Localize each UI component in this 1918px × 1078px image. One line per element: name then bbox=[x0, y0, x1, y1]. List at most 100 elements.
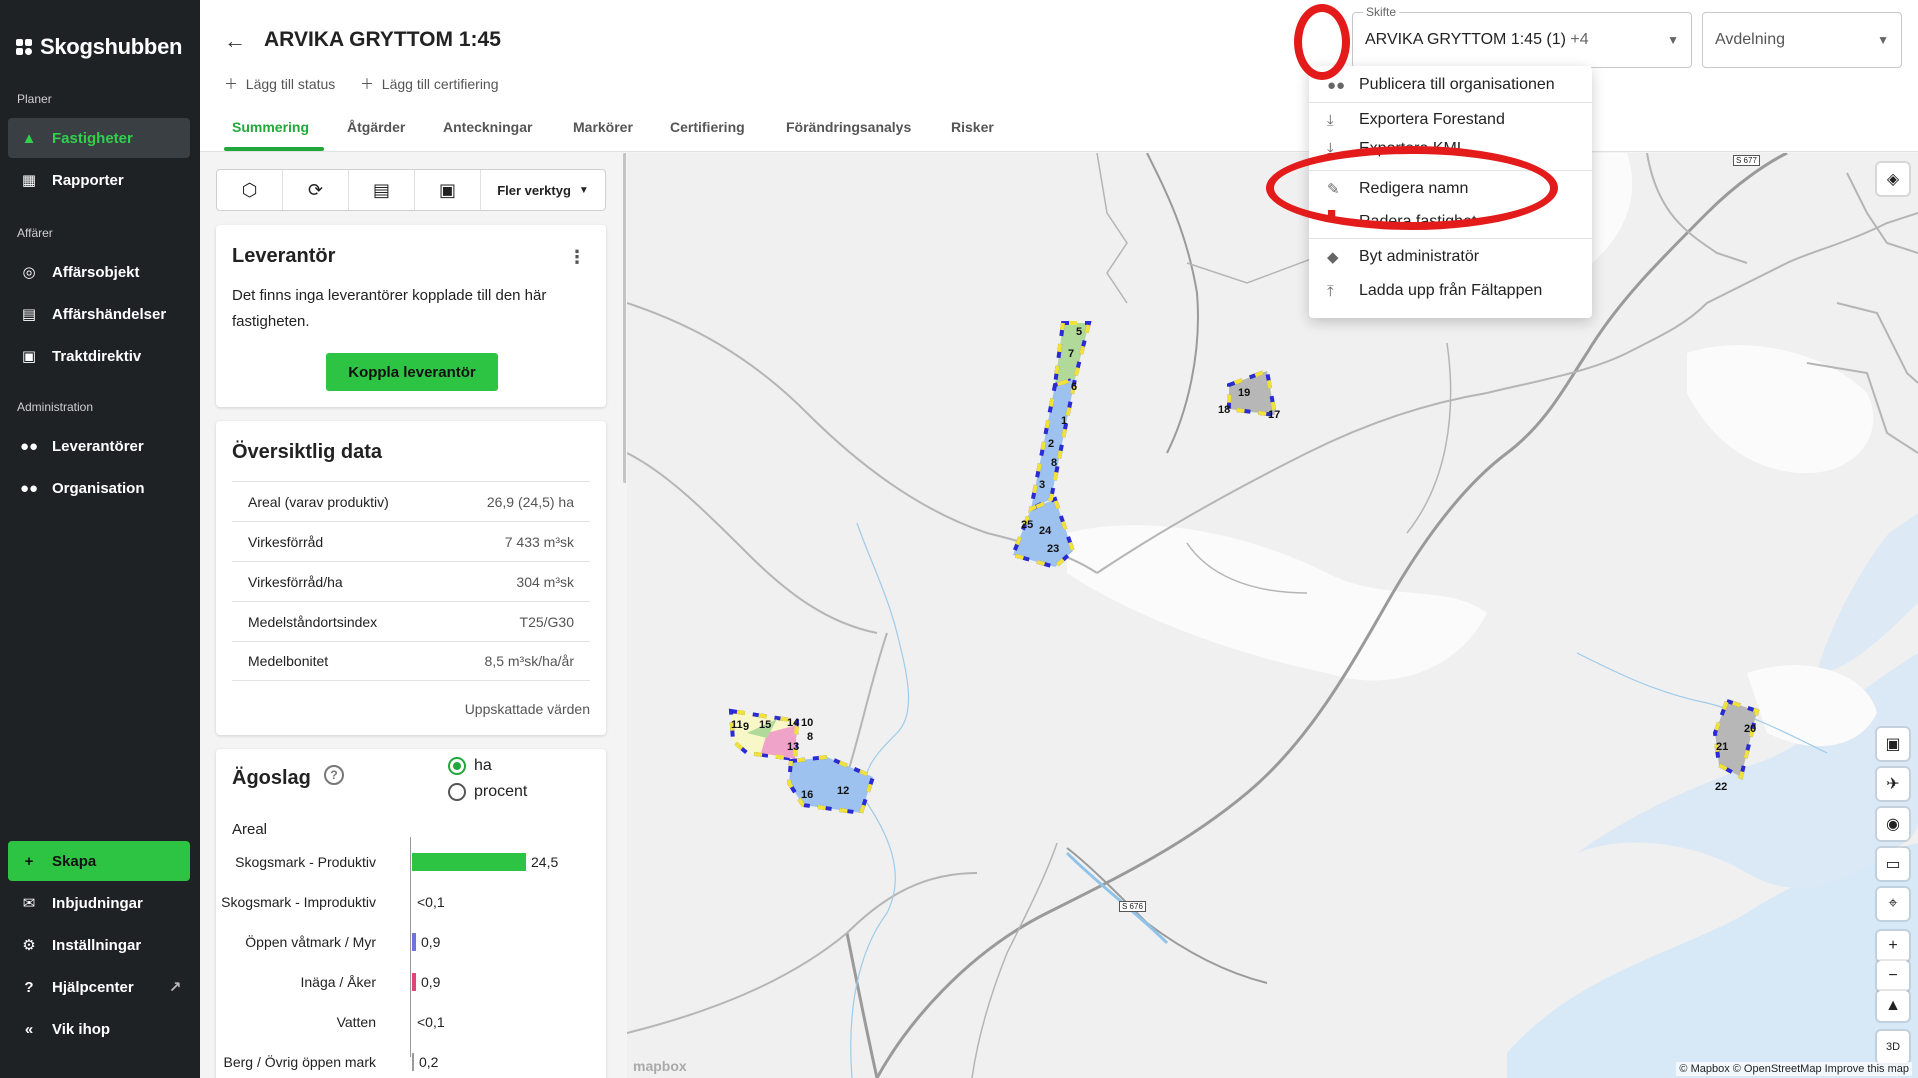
sidebar-item-hjalpcenter[interactable]: ? Hjälpcenter ↗ bbox=[8, 967, 190, 1007]
add-certification-link[interactable]: ＋ Lägg till certifiering bbox=[360, 74, 499, 94]
main-road-line bbox=[845, 932, 879, 1078]
menu-item-publish[interactable]: ●● Publicera till organisationen bbox=[1309, 68, 1592, 102]
parcel-number-label[interactable]: 13 bbox=[787, 741, 799, 753]
sidebar-item-label: Leverantörer bbox=[52, 437, 144, 455]
tab-forandringsanalys[interactable]: Förändringsanalys bbox=[786, 119, 911, 135]
parcel-number-label[interactable]: 10 bbox=[801, 717, 813, 729]
sync-tool-button[interactable]: ⟳ bbox=[283, 170, 349, 210]
tab-markorer[interactable]: Markörer bbox=[573, 119, 633, 135]
menu-item-edit-name[interactable]: ✎ Redigera namn bbox=[1309, 172, 1592, 206]
parcel-number-label[interactable]: 25 bbox=[1021, 519, 1033, 531]
tools-toolbar: ⬡ ⟳ ▤ ▣ Fler verktyg ▼ bbox=[216, 169, 606, 211]
document-tool-button[interactable]: ▤ bbox=[349, 170, 415, 210]
parcel-number-label[interactable]: 19 bbox=[1238, 387, 1250, 399]
bar-fill bbox=[412, 1053, 414, 1071]
sidebar-item-fastigheter[interactable]: ▲ Fastigheter bbox=[8, 118, 190, 158]
tab-summering[interactable]: Summering bbox=[232, 119, 309, 135]
menu-item-export-kml[interactable]: ⤓ Exportera KML bbox=[1309, 137, 1592, 157]
create-button[interactable]: + Skapa bbox=[8, 841, 190, 881]
parcel-number-label[interactable]: 8 bbox=[807, 731, 813, 743]
parcel-number-label[interactable]: 24 bbox=[1039, 525, 1051, 537]
zoom-out-button[interactable]: − bbox=[1877, 961, 1909, 991]
active-tab-indicator bbox=[224, 147, 324, 151]
zoom-in-button[interactable]: + bbox=[1877, 931, 1909, 961]
avdelning-select[interactable]: Avdelning ▼ bbox=[1702, 12, 1902, 68]
parcel-number-label[interactable]: 23 bbox=[1047, 543, 1059, 555]
section-label-plans: Planer bbox=[17, 92, 52, 106]
sidebar-item-affarsobjekt[interactable]: ◎ Affärsobjekt bbox=[8, 252, 190, 292]
sidebar-item-inbjudningar[interactable]: ✉ Inbjudningar bbox=[8, 883, 190, 923]
sidebar-item-affarshandelser[interactable]: ▤ Affärshändelser bbox=[8, 294, 190, 334]
panel-scrollbar[interactable] bbox=[623, 153, 626, 483]
map-view[interactable]: S 677 S 676 5 7 6 1 2 8 3 25 24 23 19 18 17 11 9 15 14 10… bbox=[627, 153, 1918, 1078]
radio-percent[interactable] bbox=[448, 783, 466, 801]
sidebar-item-traktdirektiv[interactable]: ▣ Traktdirektiv bbox=[8, 336, 190, 376]
menu-item-export-forestand[interactable]: ⤓ Exportera Forestand bbox=[1309, 103, 1592, 137]
mapbox-logo: mapbox bbox=[633, 1058, 687, 1074]
skifte-select[interactable]: Skifte ARVIKA GRYTTOM 1:45 (1) +4 ▼ bbox=[1352, 5, 1692, 68]
help-circle-icon[interactable]: ? bbox=[324, 765, 344, 785]
parcel-number-label[interactable]: 16 bbox=[801, 789, 813, 801]
parcel-number-label[interactable]: 1 bbox=[1061, 415, 1067, 427]
tab-atgarder[interactable]: Åtgärder bbox=[347, 119, 405, 135]
layers-button[interactable]: ◈ bbox=[1877, 163, 1909, 195]
briefcase-icon: ▤ bbox=[21, 306, 37, 323]
back-arrow-icon[interactable]: ← bbox=[224, 28, 246, 54]
radio-ha[interactable] bbox=[448, 757, 466, 775]
tab-anteckningar[interactable]: Anteckningar bbox=[443, 119, 532, 135]
map-tool-contact-button[interactable]: ▣ bbox=[1877, 728, 1909, 760]
polygon-tool-button[interactable]: ⬡ bbox=[217, 170, 283, 210]
contact-tool-button[interactable]: ▣ bbox=[415, 170, 481, 210]
parcel-number-label[interactable]: 6 bbox=[1071, 381, 1077, 393]
parcel-number-label[interactable]: 8 bbox=[1051, 457, 1057, 469]
3d-toggle-button[interactable]: 3D bbox=[1877, 1031, 1909, 1063]
map-tool-satellite-button[interactable]: ✈ bbox=[1877, 768, 1909, 800]
parcel-number-label[interactable]: 2 bbox=[1048, 438, 1054, 450]
sidebar-item-organisation[interactable]: ●● Organisation bbox=[8, 468, 190, 508]
more-vertical-icon[interactable]: ⋮ bbox=[568, 247, 586, 268]
parcel-number-label[interactable]: 3 bbox=[1039, 479, 1045, 491]
parcel-number-label[interactable]: 9 bbox=[743, 721, 749, 733]
row-value: 26,9 (24,5) ha bbox=[486, 493, 574, 510]
parcel-number-label[interactable]: 11 bbox=[731, 719, 743, 731]
sidebar-item-rapporter[interactable]: ▦ Rapporter bbox=[8, 160, 190, 200]
map-tool-ruler-button[interactable]: ▭ bbox=[1877, 848, 1909, 880]
compass-button[interactable]: ▲ bbox=[1877, 991, 1909, 1021]
skifte-legend: Skifte bbox=[1363, 5, 1400, 19]
map-tool-locate-button[interactable]: ⌖ bbox=[1877, 888, 1909, 920]
parcel-number-label[interactable]: 12 bbox=[837, 785, 849, 797]
sidebar-item-leverantorer[interactable]: ●● Leverantörer bbox=[8, 426, 190, 466]
sidebar-collapse-button[interactable]: « Vik ihop bbox=[8, 1009, 190, 1049]
tab-risker[interactable]: Risker bbox=[951, 119, 994, 135]
tab-certifiering[interactable]: Certifiering bbox=[670, 119, 745, 135]
bar-value: 24,5 bbox=[531, 854, 559, 870]
map-tool-camera-button[interactable]: ◉ bbox=[1877, 808, 1909, 840]
connect-supplier-button[interactable]: Koppla leverantör bbox=[326, 353, 498, 391]
parcel-number-label[interactable]: 17 bbox=[1268, 409, 1280, 421]
parcel-number-label[interactable]: 21 bbox=[1716, 741, 1728, 753]
parcel-number-label[interactable]: 22 bbox=[1715, 781, 1727, 793]
menu-item-label: Ladda upp från Fältappen bbox=[1359, 282, 1543, 299]
more-tools-button[interactable]: Fler verktyg ▼ bbox=[481, 170, 605, 210]
menu-item-upload-field-app[interactable]: ⤒ Ladda upp från Fältappen bbox=[1309, 274, 1592, 308]
parcel-number-label[interactable]: 18 bbox=[1218, 404, 1230, 416]
parcel-number-label[interactable]: 20 bbox=[1744, 723, 1756, 735]
parcel-number-label[interactable]: 7 bbox=[1068, 348, 1074, 360]
parcel-number-label[interactable]: 5 bbox=[1076, 326, 1082, 338]
sidebar-item-installningar[interactable]: ⚙ Inställningar bbox=[8, 925, 190, 965]
add-status-link[interactable]: ＋ Lägg till status bbox=[224, 74, 335, 94]
more-tools-label: Fler verktyg bbox=[497, 182, 571, 198]
lake-shape bbox=[1817, 513, 1918, 673]
help-icon: ? bbox=[24, 978, 34, 996]
parcel-number-label[interactable]: 14 bbox=[787, 717, 799, 729]
add-status-label: Lägg till status bbox=[245, 76, 336, 92]
logo[interactable]: Skogshubben bbox=[16, 34, 182, 60]
map-attribution[interactable]: © Mapbox © OpenStreetMap Improve this ma… bbox=[1676, 1062, 1912, 1076]
menu-item-change-admin[interactable]: ◆ Byt administratör bbox=[1309, 240, 1592, 274]
parcel-number-label[interactable]: 15 bbox=[759, 719, 771, 731]
data-row-virkesforrad: Virkesförråd 7 433 m³sk bbox=[232, 521, 590, 561]
pencil-icon: ✎ bbox=[1327, 181, 1340, 198]
document-icon: ▤ bbox=[372, 179, 390, 200]
open-area-shape bbox=[1067, 525, 1487, 681]
menu-item-delete-property[interactable]: ■ Radera fastighet bbox=[1309, 206, 1592, 222]
